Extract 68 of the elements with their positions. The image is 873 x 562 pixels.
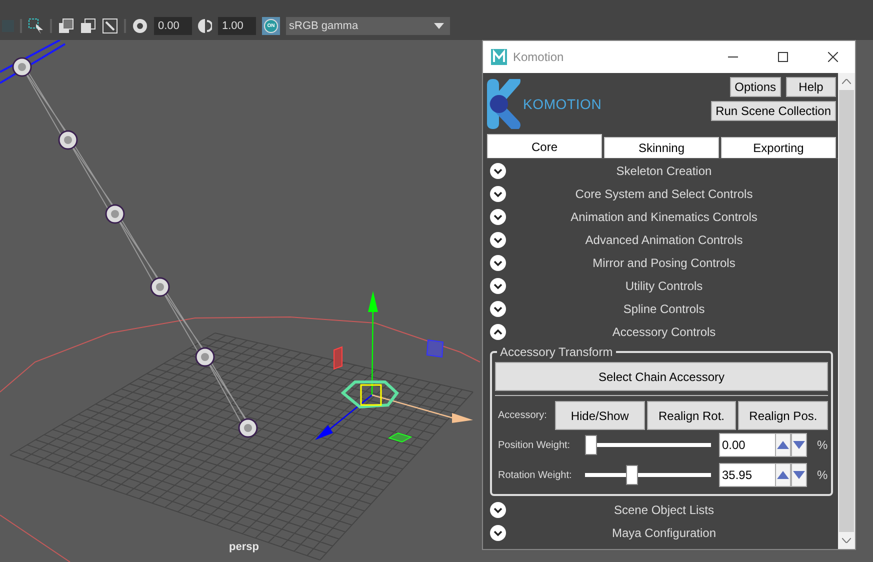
increment-button[interactable] xyxy=(775,463,791,487)
window-title: Komotion xyxy=(513,50,565,64)
section-label: Core System and Select Controls xyxy=(574,186,754,200)
slider-thumb[interactable] xyxy=(626,465,638,485)
aperture-icon[interactable] xyxy=(132,18,148,34)
accessory-action-button[interactable]: Realign Pos. xyxy=(738,401,828,430)
chevron-down-icon[interactable] xyxy=(490,232,506,248)
weight-field[interactable]: 35.95 xyxy=(719,463,775,487)
scrollbar-thumb[interactable] xyxy=(839,90,854,532)
select-chain-accessory-button[interactable]: Select Chain Accessory xyxy=(495,362,828,391)
select-icon[interactable] xyxy=(28,18,44,34)
overlap-icon[interactable] xyxy=(58,18,74,34)
chevron-down-icon[interactable] xyxy=(490,186,506,202)
chevron-down-icon[interactable] xyxy=(490,502,506,518)
contrast-icon[interactable] xyxy=(198,18,212,34)
triangle-down-icon xyxy=(793,471,805,479)
accessory-action-button[interactable]: Hide/Show xyxy=(555,401,645,430)
accessory-label: Accessory: xyxy=(497,410,548,421)
increment-button[interactable] xyxy=(775,433,791,457)
decrement-button[interactable] xyxy=(791,463,807,487)
chevron-down-icon[interactable] xyxy=(490,254,506,270)
chevron-down-icon[interactable] xyxy=(490,278,506,294)
triangle-up-icon xyxy=(777,471,789,479)
section-label: Mirror and Posing Controls xyxy=(592,256,736,270)
triangle-up-icon xyxy=(777,441,789,449)
weight-field[interactable]: 0.00 xyxy=(719,433,775,457)
section-label: Scene Object Lists xyxy=(612,502,716,516)
help-button[interactable]: Help xyxy=(786,77,836,97)
k-logo-icon xyxy=(487,79,521,129)
options-button[interactable]: Options xyxy=(730,77,781,97)
close-icon xyxy=(828,52,838,62)
slider-thumb[interactable] xyxy=(585,435,597,455)
chevron-down-icon xyxy=(842,538,851,543)
tab[interactable]: Exporting xyxy=(721,137,836,158)
camera-label: persp xyxy=(229,541,259,553)
section-label: Utility Controls xyxy=(624,278,704,292)
chevron-up-icon[interactable] xyxy=(490,324,506,340)
section-label: Maya Configuration xyxy=(610,526,718,540)
section-label: Animation and Kinematics Controls xyxy=(570,210,758,224)
color-space-dropdown[interactable]: sRGB gamma xyxy=(286,17,450,35)
section-label: Accessory Controls xyxy=(611,324,717,338)
weight-label: Position Weight: xyxy=(497,440,572,450)
unit-label: % xyxy=(817,438,828,452)
weight-label: Rotation Weight: xyxy=(497,470,573,480)
gamma-field[interactable]: 1.00 xyxy=(218,17,256,35)
triangle-down-icon xyxy=(793,441,805,449)
chevron-down-icon[interactable] xyxy=(490,208,506,224)
unit-label: % xyxy=(817,468,828,482)
group-title: Accessory Transform xyxy=(499,345,614,359)
section-label: Spline Controls xyxy=(622,302,706,316)
tab[interactable]: Core xyxy=(487,134,602,158)
chevron-down-icon[interactable] xyxy=(490,300,506,316)
app-logo-icon xyxy=(491,49,507,65)
maximize-icon xyxy=(778,52,788,62)
decrement-button[interactable] xyxy=(791,433,807,457)
scrollbar[interactable] xyxy=(838,73,855,549)
overlap-icon[interactable] xyxy=(80,18,96,34)
section-label: Advanced Animation Controls xyxy=(584,232,744,246)
accessory-action-button[interactable]: Realign Rot. xyxy=(646,401,736,430)
chevron-down-icon[interactable] xyxy=(490,524,506,540)
exposure-field[interactable]: 0.00 xyxy=(154,17,192,35)
run-scene-collection-button[interactable]: Run Scene Collection xyxy=(710,101,836,121)
chevron-up-icon xyxy=(842,79,851,84)
tab[interactable]: Skinning xyxy=(604,137,719,158)
section-label: Skeleton Creation xyxy=(615,164,713,178)
logo-text: KOMOTION xyxy=(523,96,602,112)
chevron-down-icon[interactable] xyxy=(490,162,506,178)
caret-icon xyxy=(434,23,444,29)
